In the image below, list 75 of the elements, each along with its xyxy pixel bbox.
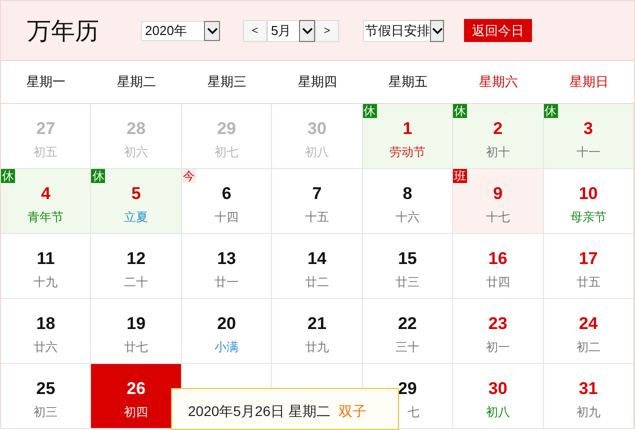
lunar-date: 劳动节 (389, 144, 426, 161)
day-number: 17 (578, 249, 598, 269)
day-number: 13 (217, 249, 236, 269)
app-title: 万年历 (27, 18, 97, 46)
lunar-date: 十一 (576, 144, 600, 161)
day-number: 24 (578, 314, 598, 334)
day-number: 7 (312, 184, 322, 204)
lunar-date: 初十 (486, 144, 510, 161)
day-number: 1 (402, 119, 412, 139)
day-number: 19 (126, 314, 146, 334)
lunar-date: 初二 (576, 339, 600, 356)
lunar-date: 青年节 (28, 209, 64, 226)
lunar-date: 立夏 (124, 209, 148, 226)
tooltip-date: 2020年5月26日 星期二 (188, 403, 330, 419)
day-number: 12 (126, 249, 146, 269)
lunar-date: 十五 (304, 209, 329, 226)
day-number: 11 (36, 249, 55, 269)
day-number: 23 (488, 314, 508, 334)
lunar-date: 母亲节 (570, 209, 606, 226)
lunar-date: 初五 (34, 144, 58, 161)
lunar-date: 廿九 (304, 339, 329, 356)
lunar-date: 初七 (214, 144, 239, 161)
lunar-date: 三十 (395, 339, 420, 356)
day-number: 26 (126, 379, 146, 399)
rest-day-badge: 休 (544, 104, 558, 118)
lunar-date: 二十 (124, 274, 148, 291)
lunar-date: 廿五 (576, 274, 600, 291)
rest-day-badge: 休 (362, 104, 377, 118)
lunar-date: 十六 (395, 209, 420, 226)
lunar-date: 十七 (486, 209, 510, 226)
day-number: 20 (217, 314, 236, 334)
lunar-date: 初八 (304, 144, 329, 161)
day-number: 25 (36, 379, 56, 399)
rest-day-badge: 休 (453, 104, 468, 118)
day-number: 29 (217, 119, 236, 139)
lunar-date: 廿二 (304, 274, 329, 291)
lunar-date: 初四 (124, 404, 148, 421)
lunar-date: 初九 (576, 404, 600, 421)
lunar-date: 十九 (34, 274, 58, 291)
lunar-date: 廿七 (124, 339, 148, 356)
lunar-date: 小满 (214, 339, 239, 356)
day-number: 3 (584, 119, 594, 139)
lunar-date: 七 (406, 404, 420, 421)
day-number: 2 (493, 119, 503, 139)
day-number: 18 (36, 314, 56, 334)
day-number: 21 (308, 314, 326, 334)
day-number: 4 (40, 184, 50, 204)
lunar-date: 廿四 (486, 274, 510, 291)
day-number: 30 (308, 119, 326, 139)
lunar-date: 初八 (486, 404, 510, 421)
day-number: 5 (131, 184, 141, 204)
lunar-date: 初三 (34, 404, 58, 421)
day-number: 9 (493, 184, 503, 204)
day-number: 16 (488, 249, 508, 269)
day-number: 29 (398, 379, 417, 399)
rest-day-badge: 休 (1, 169, 15, 183)
lunar-date: 廿三 (395, 274, 420, 291)
lunar-date: 十四 (214, 209, 239, 226)
lunar-date: 廿一 (214, 274, 239, 291)
today-badge: 今 (182, 169, 196, 183)
lunar-date: 初一 (486, 339, 510, 356)
day-number: 8 (402, 184, 412, 204)
day-number: 27 (36, 119, 56, 139)
day-number: 14 (308, 249, 326, 269)
rest-day-badge: 休 (91, 169, 106, 183)
day-number: 31 (578, 379, 598, 399)
day-number: 10 (578, 184, 598, 204)
day-number: 30 (488, 379, 508, 399)
day-number: 28 (126, 119, 146, 139)
work-day-badge: 班 (453, 169, 468, 183)
day-number: 22 (398, 314, 417, 334)
day-number: 6 (222, 184, 232, 204)
day-number: 15 (398, 249, 417, 269)
lunar-date: 初六 (124, 144, 148, 161)
lunar-date: 廿六 (34, 339, 58, 356)
